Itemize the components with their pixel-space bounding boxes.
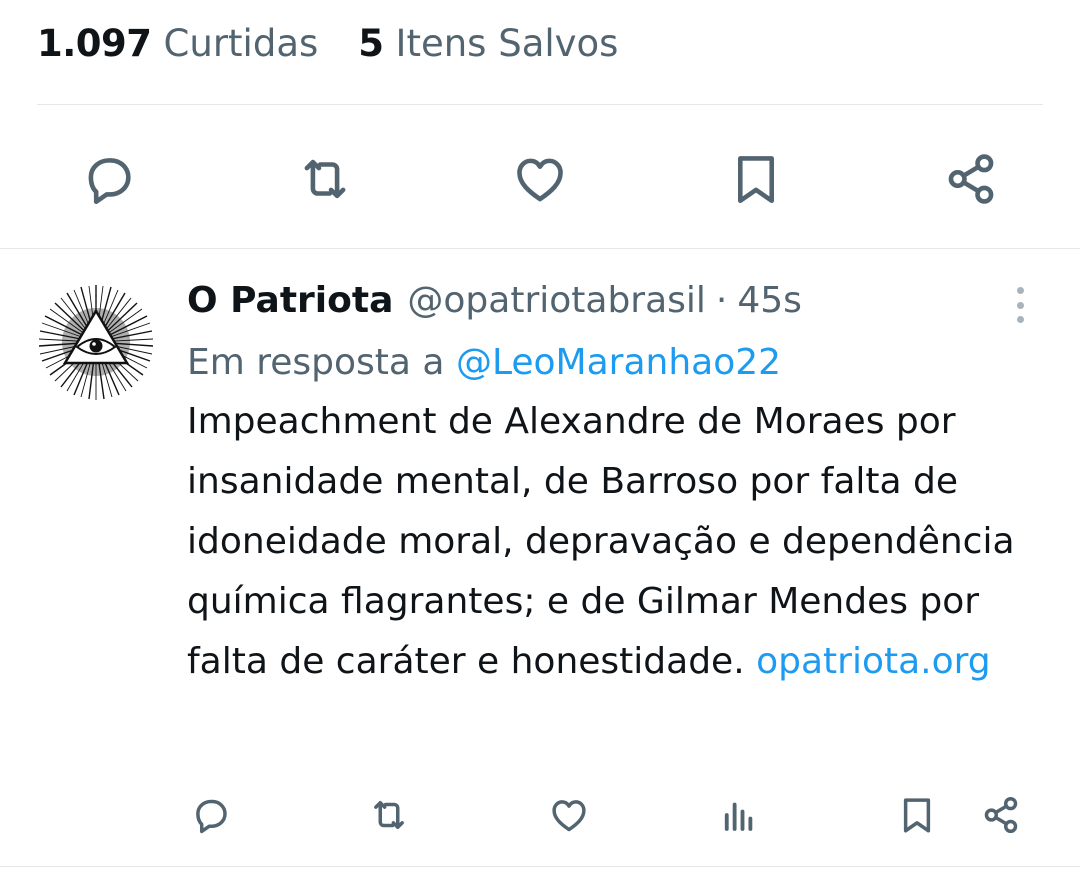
like-icon [517,158,563,202]
tweet-body: Impeachment de Alexandre de Moraes por i… [187,401,1015,682]
reply-icon [196,799,227,834]
eye-of-providence-avatar-image [38,285,154,400]
separator-dot: · [715,279,728,321]
saved-stat[interactable]: 5 Itens Salvos [358,22,618,65]
bookmark-button[interactable] [894,792,940,838]
divider [0,866,1080,867]
retweet-button[interactable] [366,792,412,838]
views-icon [724,802,753,831]
engagement-stats: 1.097 Curtidas 5 Itens Salvos [37,18,618,68]
like-button[interactable] [546,792,592,838]
reply-tweet: O Patriota @opatriotabrasil · 45s Em res… [187,274,1047,692]
reply-button[interactable] [188,792,234,838]
retweet-button[interactable] [294,148,356,210]
likes-stat[interactable]: 1.097 Curtidas [37,22,318,65]
replying-to-line: Em resposta a @LeoMaranhao22 [187,340,1047,386]
reply-button[interactable] [78,148,140,210]
likes-label: Curtidas [163,21,319,65]
author-handle[interactable]: @opatriotabrasil [407,280,706,321]
likes-count: 1.097 [37,21,152,65]
share-button[interactable] [978,792,1024,838]
reply-header: O Patriota @opatriotabrasil · 45s [187,274,1047,326]
like-icon [552,800,586,832]
divider [37,104,1043,105]
share-button[interactable] [940,148,1002,210]
retweet-icon [304,159,346,199]
share-icon [984,796,1018,834]
bookmark-button[interactable] [725,148,787,210]
tweet-text: Impeachment de Alexandre de Moraes por i… [187,392,1037,692]
saved-count: 5 [358,21,384,65]
retweet-icon [374,801,404,829]
replying-prefix: Em resposta a [187,342,445,383]
author-name[interactable]: O Patriota [187,280,393,321]
tweet-link[interactable]: opatriota.org [756,641,991,682]
like-button[interactable] [509,148,571,210]
bookmark-icon [903,798,931,833]
share-icon [948,154,994,204]
bookmark-icon [737,156,775,204]
reply-icon [88,158,131,205]
divider [0,248,1080,249]
main-action-bar [0,148,1080,210]
saved-label: Itens Salvos [395,21,619,65]
reply-action-bar [0,792,1080,838]
tweet-time[interactable]: 45s [737,280,802,321]
views-button[interactable] [716,792,762,838]
replying-to-mention[interactable]: @LeoMaranhao22 [456,342,781,383]
avatar[interactable] [37,283,155,401]
